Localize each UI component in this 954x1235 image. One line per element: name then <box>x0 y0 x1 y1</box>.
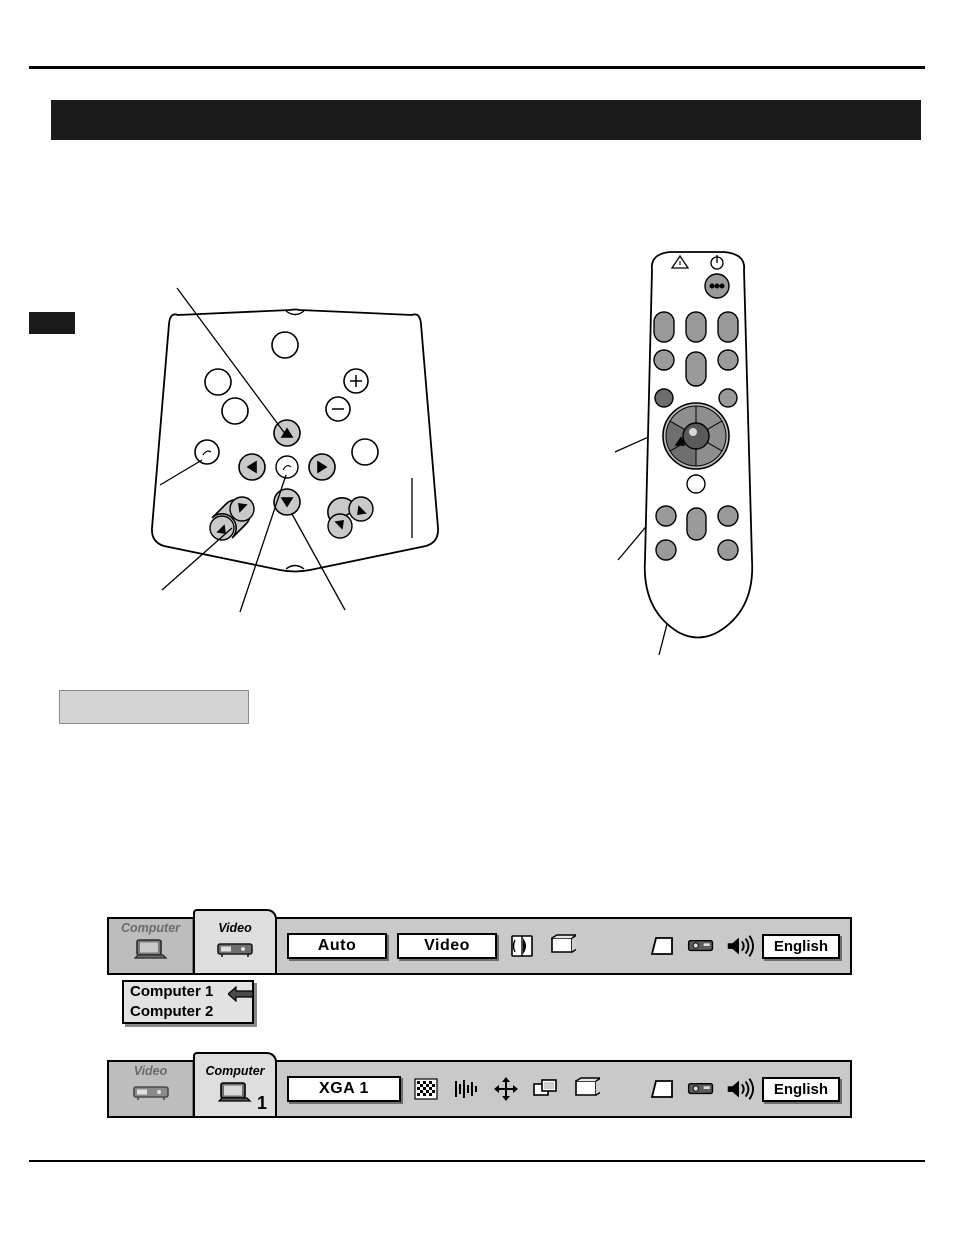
remote-control-illustration <box>600 240 800 660</box>
menu-tab-video-2[interactable]: Video <box>109 1062 193 1116</box>
left-arrow-icon <box>227 985 254 1003</box>
language-indicator[interactable]: English <box>761 1076 840 1102</box>
header-rule <box>29 66 925 69</box>
menu-item-auto[interactable]: Auto <box>287 933 387 959</box>
screen-icon[interactable] <box>571 1076 601 1102</box>
side-chapter-tab <box>29 312 75 334</box>
video-menu-items: Auto Video <box>277 919 648 973</box>
volume-icon[interactable] <box>724 933 754 959</box>
fine-sync-icon[interactable] <box>451 1076 481 1102</box>
menu-tab-computer[interactable]: Computer <box>109 919 193 973</box>
position-move-icon[interactable] <box>491 1076 521 1102</box>
checkerboard-icon[interactable] <box>411 1076 441 1102</box>
language-indicator[interactable]: English <box>761 933 840 959</box>
menu-tab-video[interactable]: Video <box>193 909 277 973</box>
video-menu-bar[interactable]: Computer Video Auto Video English <box>107 909 852 975</box>
video-menu-system-icons: English <box>648 919 850 973</box>
image-adjust-icon[interactable] <box>507 933 537 959</box>
menu-tab-computer-2[interactable]: Computer 1 <box>193 1052 277 1116</box>
computer-menu-items: XGA 1 <box>277 1062 648 1116</box>
computer-input-number: 1 <box>256 1093 267 1113</box>
menu-item-xga1[interactable]: XGA 1 <box>287 1076 401 1102</box>
projector-icon[interactable] <box>686 933 716 959</box>
computer-menu-bar[interactable]: Video Computer 1 XGA 1 English <box>107 1052 852 1118</box>
volume-icon[interactable] <box>724 1076 754 1102</box>
menu-item-video[interactable]: Video <box>397 933 497 959</box>
video-deck-icon <box>132 1080 170 1106</box>
keystone-icon[interactable] <box>648 1076 678 1102</box>
dropdown-item-computer-2[interactable]: Computer 2 <box>124 1002 252 1022</box>
footer-rule <box>29 1160 925 1162</box>
menu-tab-computer-label: Computer <box>120 921 181 935</box>
note-box <box>59 690 249 724</box>
computer-menu-system-icons: English <box>648 1062 850 1116</box>
screen-icon[interactable] <box>547 933 577 959</box>
section-title-banner <box>51 100 921 140</box>
menu-tab-video-2-label: Video <box>133 1064 168 1078</box>
menu-tab-video-label: Video <box>218 921 252 935</box>
computer-monitor-icon <box>133 937 168 963</box>
keystone-icon[interactable] <box>648 933 678 959</box>
pc-adjust-icon[interactable] <box>531 1076 561 1102</box>
document-page: Computer Video Auto Video English Comput… <box>0 0 954 1235</box>
video-deck-icon <box>216 937 254 963</box>
menu-tab-computer-2-label: Computer <box>205 1064 265 1078</box>
computer-monitor-icon <box>218 1080 252 1106</box>
projector-icon[interactable] <box>686 1076 716 1102</box>
